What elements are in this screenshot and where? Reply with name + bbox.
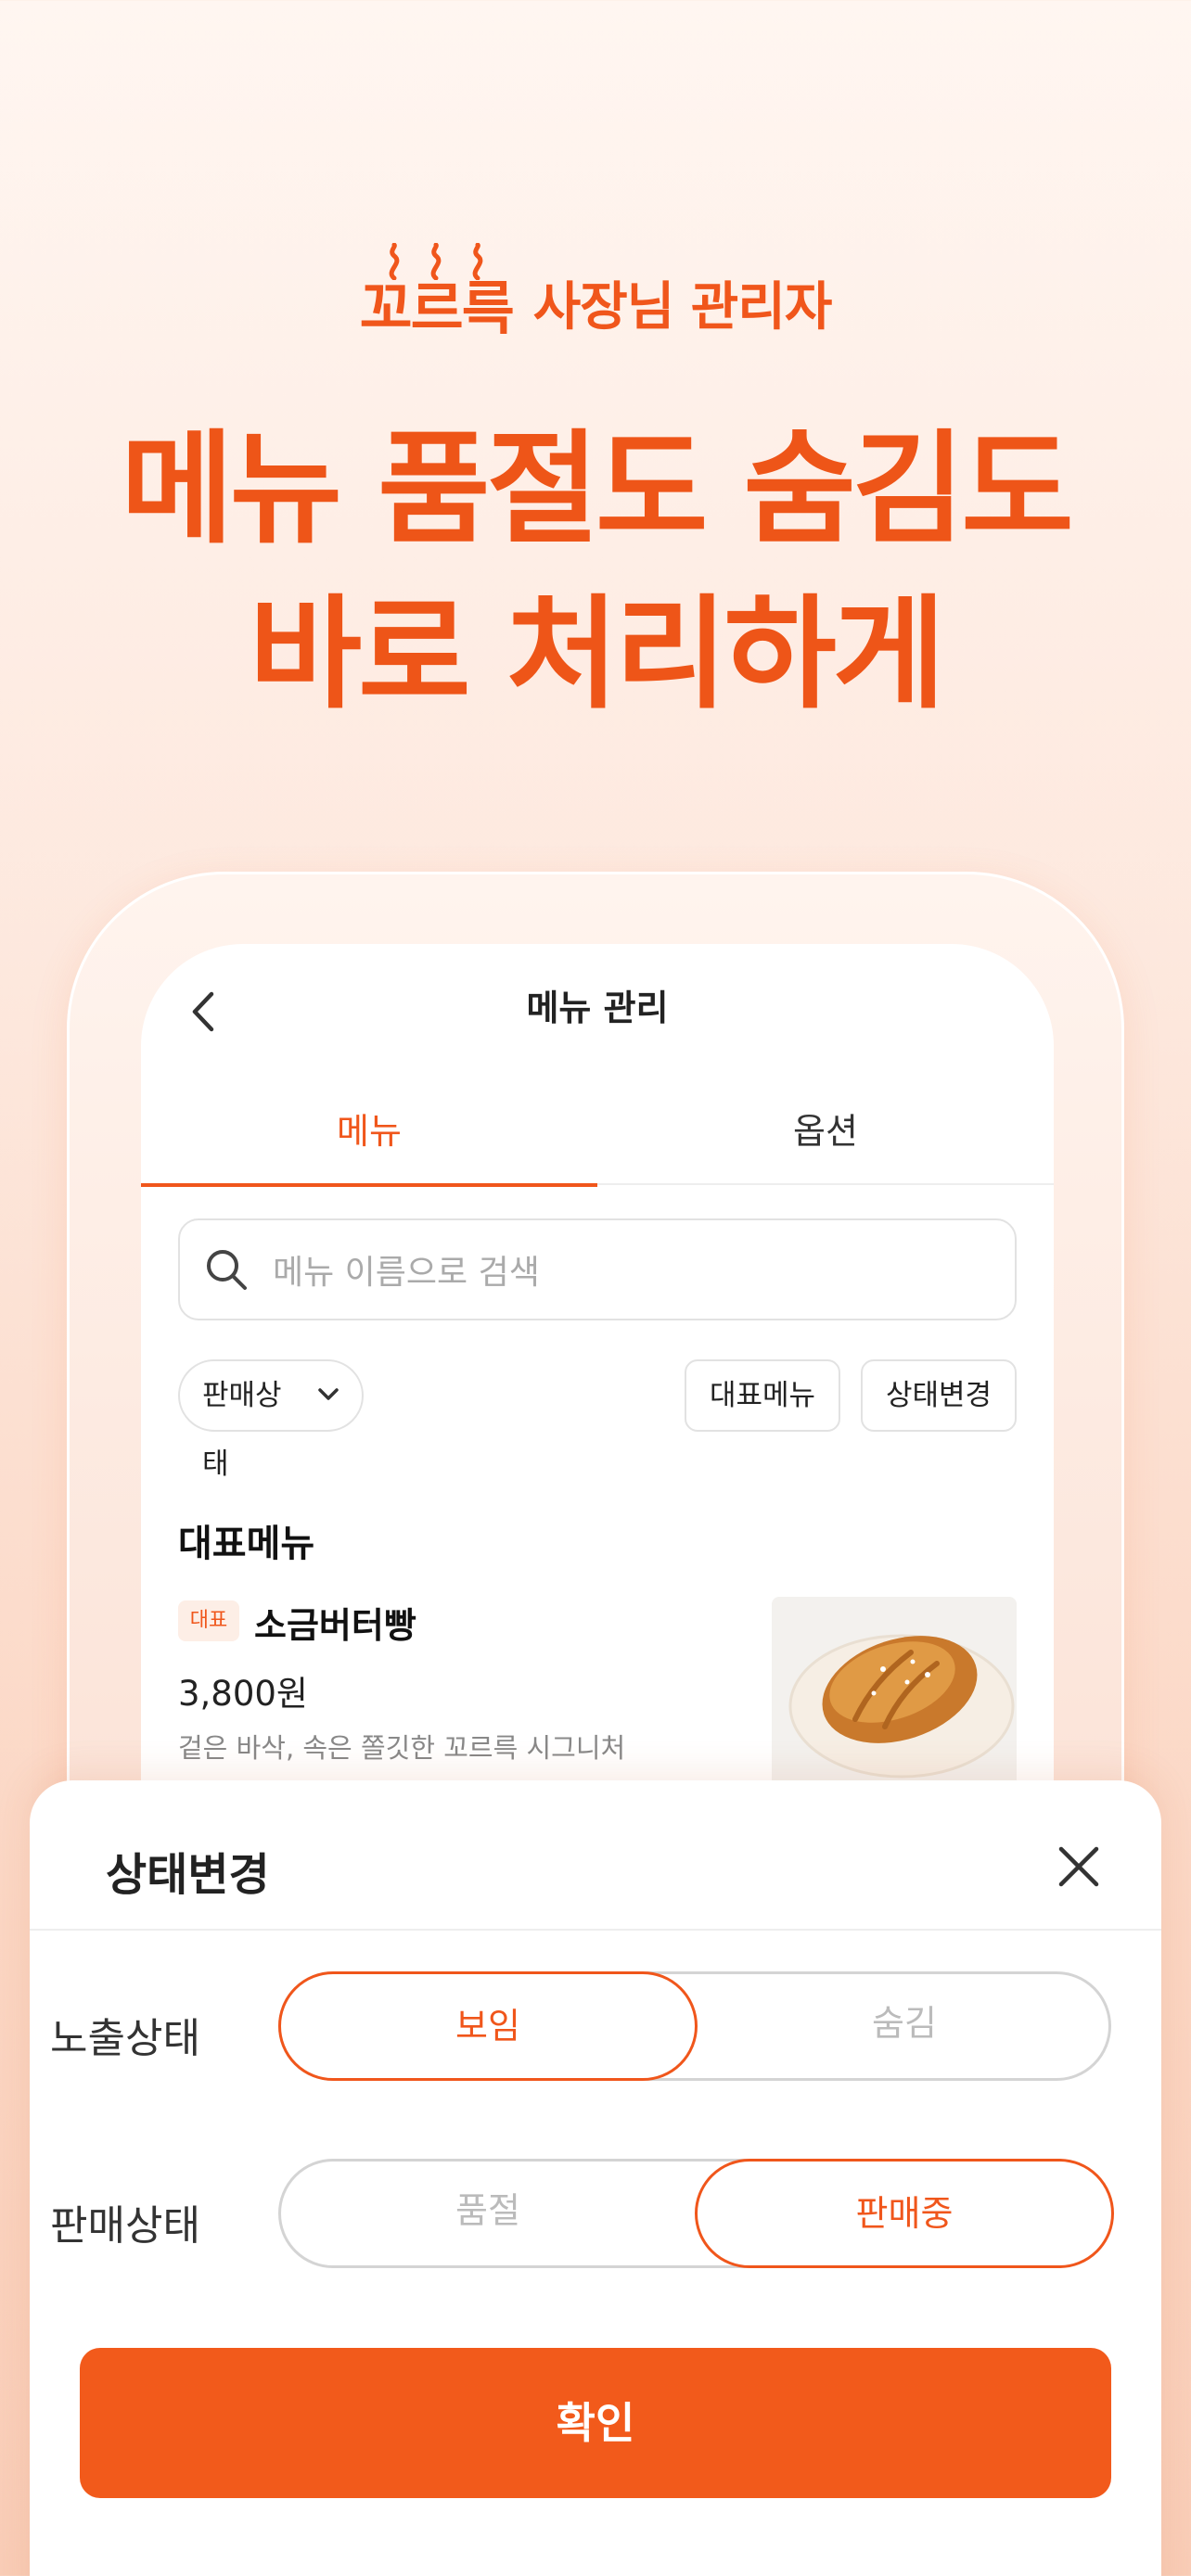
bread-image [788,1634,1015,1779]
exposure-status-toggle: 보임 숨김 [278,1971,1111,2081]
item-name: 소금버터빵 [254,1605,416,1646]
search-placeholder: 메뉴 이름으로 검색 [273,1254,540,1292]
tab-menu[interactable]: 메뉴 [141,1065,597,1187]
sheet-title: 상태변경 [106,1849,270,1901]
exposure-hidden-option[interactable]: 숨김 [695,1971,1114,2081]
item-photo [772,1597,1017,1801]
sales-status-dropdown-label: 판매상태 [202,1379,282,1481]
search-input[interactable]: 메뉴 이름으로 검색 [178,1218,1017,1320]
page-title: 메뉴 관리 [526,988,669,1028]
rep-menu-button[interactable]: 대표메뉴 [685,1359,840,1432]
search-icon [207,1250,247,1290]
confirm-button[interactable]: 확인 [80,2348,1111,2498]
section-title: 대표메뉴 [178,1523,315,1565]
sales-soldout-option[interactable]: 품절 [278,2159,698,2268]
headline-line-2: 바로 처리하게 [249,583,946,726]
sales-status-label: 판매상태 [50,2202,200,2250]
chevron-down-icon [318,1388,339,1400]
tab-bar: 메뉴 옵션 [141,1065,1054,1187]
logo-wordmark: 꼬르륵 [359,274,515,342]
sales-status-toggle: 품절 판매중 [278,2159,1114,2268]
sales-onsale-option[interactable]: 판매중 [695,2159,1114,2268]
item-description: 겉은 바삭, 속은 쫄깃한 꼬르륵 시그니처 [178,1732,626,1764]
phone-screen: 메뉴 관리 메뉴 옵션 메뉴 이름으로 검색 판매상태 대표메뉴 상태변경 대표… [141,944,1054,1881]
nav-bar: 메뉴 관리 [141,944,1054,1065]
logo-mark: 꼬르륵 [359,243,515,342]
exposure-visible-option[interactable]: 보임 [278,1971,698,2081]
headline-line-1: 메뉴 품절도 숨김도 [121,418,1073,561]
tab-options[interactable]: 옵션 [597,1065,1054,1185]
logo-subtitle: 사장님 관리자 [532,277,833,338]
sheet-divider [30,1929,1161,1931]
change-status-button[interactable]: 상태변경 [861,1359,1017,1432]
item-price: 3,800원 [178,1674,308,1714]
rep-badge: 대표 [178,1600,239,1641]
brand-logo: 꼬르륵 사장님 관리자 [0,243,1191,338]
sales-status-dropdown[interactable]: 판매상태 [178,1359,364,1481]
exposure-status-label: 노출상태 [50,2015,200,2062]
filter-bar: 판매상태 대표메뉴 상태변경 [178,1359,1017,1481]
close-icon[interactable] [1057,1845,1100,1888]
